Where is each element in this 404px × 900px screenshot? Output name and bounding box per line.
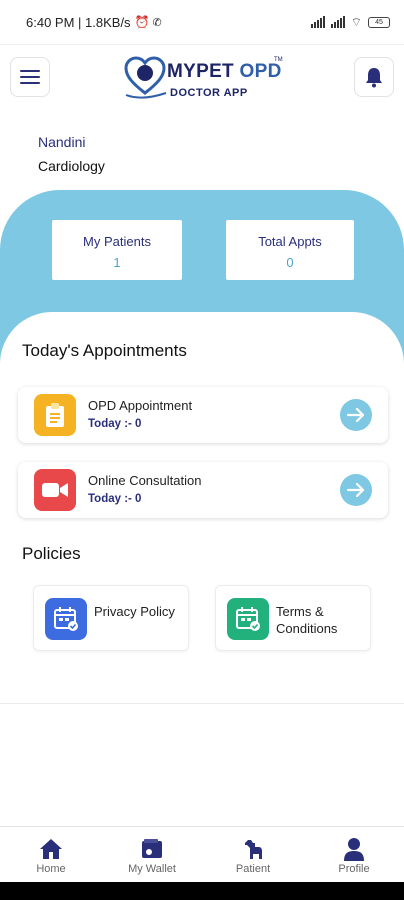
status-network-speed: 1.8KB/s <box>85 14 131 30</box>
battery-icon: 45 <box>368 16 390 28</box>
nav-label: Profile <box>338 863 370 875</box>
policy-label: Privacy Policy <box>94 604 175 619</box>
menu-button[interactable] <box>10 57 50 97</box>
nav-patient[interactable]: Patient <box>213 827 293 883</box>
logo-subtitle: DOCTOR APP <box>170 87 248 99</box>
logo-title: MYPET OPD <box>167 61 282 82</box>
nav-label: Patient <box>235 863 271 875</box>
appointment-count: Today :- 0 <box>88 418 142 430</box>
alarm-icon: ⏰ <box>134 15 150 29</box>
nav-profile[interactable]: Profile <box>314 827 394 883</box>
appointments-heading: Today's Appointments <box>22 341 187 360</box>
status-time: 6:40 PM <box>26 14 75 30</box>
nav-label: My Wallet <box>128 863 176 875</box>
stat-value: 1 <box>113 255 121 270</box>
calendar-document-icon <box>227 598 269 640</box>
status-bar: 6:40 PM | 1.8KB/s ⏰ ✆ ⌔ 45 <box>0 0 404 44</box>
system-navigation-bar <box>0 882 404 900</box>
calendar-document-icon <box>45 598 87 640</box>
nav-my-wallet[interactable]: My Wallet <box>112 827 192 883</box>
appointment-count: Today :- 0 <box>88 493 142 505</box>
notifications-button[interactable] <box>354 57 394 97</box>
privacy-policy-card[interactable]: Privacy Policy <box>33 585 189 651</box>
total-appts-card[interactable]: Total Appts 0 <box>226 220 354 280</box>
policy-label: Terms & Conditions <box>276 604 338 636</box>
whatsapp-icon: ✆ <box>152 16 162 29</box>
signal-icon-2 <box>330 16 345 28</box>
app-logo: MYPET OPD TM DOCTOR APP <box>122 53 292 109</box>
terms-conditions-card[interactable]: Terms & Conditions <box>215 585 371 651</box>
dog-icon <box>240 837 266 861</box>
signal-icon <box>310 16 325 28</box>
logo-trademark: TM <box>274 57 283 63</box>
stethoscope-heart-icon <box>124 56 167 99</box>
stat-value: 0 <box>286 255 294 270</box>
appointment-title: Online Consultation <box>88 473 202 488</box>
nav-label: Home <box>36 863 66 875</box>
stat-label: My Patients <box>83 234 151 249</box>
bell-icon <box>366 68 382 88</box>
video-camera-icon <box>34 469 76 511</box>
status-right: ⌔ 45 <box>310 14 390 30</box>
online-consultation-card[interactable]: Online Consultation Today :- 0 <box>18 462 388 518</box>
arrow-right-icon[interactable] <box>340 399 372 431</box>
wifi-icon: ⌔ <box>350 14 362 29</box>
policies-heading: Policies <box>22 544 81 563</box>
app-header: MYPET OPD TM DOCTOR APP <box>0 44 404 120</box>
wallet-icon <box>139 837 165 861</box>
appointment-title: OPD Appointment <box>88 398 193 413</box>
status-separator: | <box>74 14 86 30</box>
opd-appointment-card[interactable]: OPD Appointment Today :- 0 <box>18 387 388 443</box>
nav-home[interactable]: Home <box>11 827 91 883</box>
home-icon <box>38 837 64 861</box>
arrow-right-icon[interactable] <box>340 474 372 506</box>
bottom-navigation: Home My Wallet Patient Profile <box>0 826 404 882</box>
person-icon <box>341 837 367 861</box>
doctor-name: Nandini <box>38 134 86 150</box>
hamburger-icon <box>20 66 40 88</box>
doctor-department: Cardiology <box>38 158 105 174</box>
stat-label: Total Appts <box>258 234 322 249</box>
clipboard-icon <box>34 394 76 436</box>
my-patients-card[interactable]: My Patients 1 <box>52 220 182 280</box>
